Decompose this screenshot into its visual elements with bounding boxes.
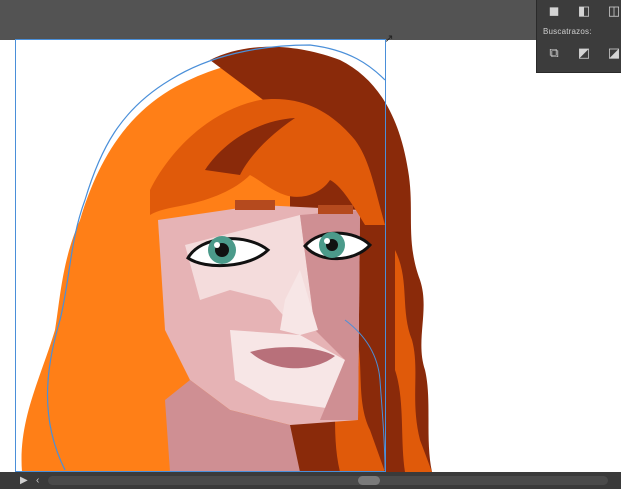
- pathfinders-row: ⧉ ◩ ◪: [537, 44, 621, 66]
- shape-modes-row: ◼ ◧ ◫: [537, 2, 621, 24]
- pathfinders-label: Buscatrazos:: [543, 27, 592, 36]
- play-icon[interactable]: ▶: [20, 473, 28, 488]
- artboard-canvas[interactable]: [0, 40, 621, 472]
- pathfinder-panel: ◼ ◧ ◫ Buscatrazos: ⧉ ◩ ◪: [536, 0, 621, 73]
- left-eyebrow: [235, 200, 275, 210]
- status-bar: ▶ ‹: [0, 472, 621, 489]
- unite-icon[interactable]: ◼: [545, 2, 563, 20]
- vector-portrait[interactable]: [0, 40, 621, 472]
- application-toolbar: [0, 0, 621, 40]
- right-eyebrow: [318, 205, 353, 214]
- divide-icon[interactable]: ⧉: [545, 44, 563, 62]
- merge-icon[interactable]: ◪: [605, 44, 621, 62]
- horizontal-scrollbar[interactable]: [48, 476, 608, 485]
- intersect-icon[interactable]: ◫: [605, 2, 621, 20]
- resize-handle-icon[interactable]: ↗: [382, 32, 396, 46]
- scrollbar-thumb[interactable]: [358, 476, 380, 485]
- chevron-left-icon[interactable]: ‹: [36, 473, 39, 488]
- minus-front-icon[interactable]: ◧: [575, 2, 593, 20]
- trim-icon[interactable]: ◩: [575, 44, 593, 62]
